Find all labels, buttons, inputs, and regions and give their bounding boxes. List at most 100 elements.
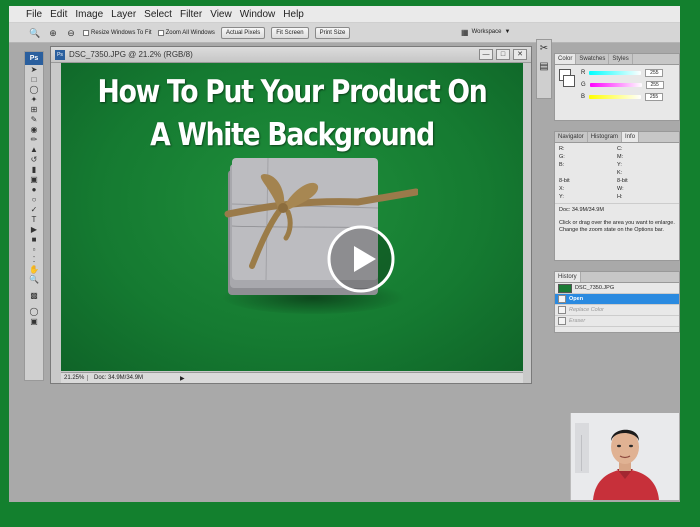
info-readout: R: C: G: M: B: Y: K: 8-bit 8-bit X: W: Y… <box>555 143 679 203</box>
path-selection-tool-icon[interactable]: ▶ <box>25 225 43 235</box>
color-panel: Color Swatches Styles R 255 G 255 B 255 <box>554 53 680 121</box>
hand-tool-icon[interactable]: ✋ <box>25 265 43 275</box>
move-tool-icon[interactable]: ➤ <box>25 65 43 75</box>
menu-help[interactable]: Help <box>283 9 304 20</box>
menu-filter[interactable]: Filter <box>180 9 202 20</box>
history-item-replace-color[interactable]: Replace Color <box>555 305 679 316</box>
workspace-menu[interactable]: ▦ Workspace ▼ <box>461 25 531 39</box>
info-panel: Navigator Histogram Info R: C: G: M: B: … <box>554 131 680 261</box>
menu-edit[interactable]: Edit <box>50 9 67 20</box>
notes-tool-icon[interactable]: ▫ <box>25 245 43 255</box>
presenter-webcam <box>570 413 679 500</box>
info-yy: Y: <box>559 194 564 200</box>
background-swatch[interactable] <box>563 75 575 87</box>
tab-histogram[interactable]: Histogram <box>588 132 623 142</box>
bottom-border <box>9 502 680 527</box>
minimize-icon[interactable]: — <box>479 49 493 60</box>
history-state-icon <box>558 295 566 303</box>
menu-image[interactable]: Image <box>75 9 103 20</box>
history-item-eraser[interactable]: Eraser <box>555 316 679 327</box>
blue-slider-row: B 255 <box>577 91 664 103</box>
healing-tool-icon[interactable]: ◉ <box>25 125 43 135</box>
type-tool-icon[interactable]: T <box>25 215 43 225</box>
maximize-icon[interactable]: □ <box>496 49 510 60</box>
tab-history[interactable]: History <box>555 272 581 282</box>
close-icon[interactable]: ✕ <box>513 49 527 60</box>
fit-screen-button[interactable]: Fit Screen <box>271 26 309 39</box>
history-state-icon <box>558 317 566 325</box>
history-brush-tool-icon[interactable]: ↺ <box>25 155 43 165</box>
tools-preset-icon[interactable]: ✂ <box>537 40 551 58</box>
marquee-tool-icon[interactable]: □ <box>25 75 43 85</box>
info-help-text: Click or drag over the area you want to … <box>559 220 675 233</box>
green-slider-row: G 255 <box>577 79 664 91</box>
resize-windows-label: Resize Windows To Fit <box>91 29 152 36</box>
info-bit-left: 8-bit <box>559 178 570 184</box>
zoom-tool-icon-box[interactable]: 🔍 <box>25 275 43 285</box>
g-label: G <box>581 82 586 88</box>
tab-swatches[interactable]: Swatches <box>576 54 610 64</box>
status-arrow-icon[interactable]: ▶ <box>180 375 185 382</box>
info-r: R: <box>559 146 565 152</box>
zoom-all-checkbox[interactable]: Zoom All Windows <box>157 29 215 36</box>
info-h: H: <box>617 194 623 200</box>
menu-window[interactable]: Window <box>240 9 276 20</box>
zoom-tool-icon[interactable]: 🔍 <box>29 27 41 39</box>
tab-navigator[interactable]: Navigator <box>555 132 588 142</box>
red-slider[interactable] <box>589 71 642 75</box>
tab-styles[interactable]: Styles <box>609 54 633 64</box>
gradient-tool-icon[interactable]: ▣ <box>25 175 43 185</box>
info-y: Y: <box>617 162 622 168</box>
history-snapshot[interactable]: DSC_7350.JPG <box>555 283 679 294</box>
layer-comps-icon[interactable]: ▤ <box>537 58 551 76</box>
history-panel: History DSC_7350.JPG Open Replace Color … <box>554 271 680 333</box>
blue-value[interactable]: 255 <box>645 93 664 101</box>
zoom-level[interactable]: 21.25% <box>64 375 88 381</box>
menu-select[interactable]: Select <box>144 9 172 20</box>
stamp-tool-icon[interactable]: ▲ <box>25 145 43 155</box>
blur-tool-icon[interactable]: ● <box>25 185 43 195</box>
screen-mode-icon[interactable]: ▣ <box>25 317 43 327</box>
pen-tool-icon[interactable]: ✓ <box>25 205 43 215</box>
zoom-out-icon[interactable]: ⊖ <box>65 27 77 39</box>
history-state-icon <box>558 306 566 314</box>
menu-view[interactable]: View <box>210 9 232 20</box>
red-slider-row: R 255 <box>577 67 664 79</box>
image-canvas[interactable]: How To Put Your Product On A White Backg… <box>61 63 523 371</box>
quick-mask-icon[interactable]: ◯ <box>25 307 43 317</box>
eyedropper2-tool-icon[interactable]: ⁚ <box>25 255 43 265</box>
green-value[interactable]: 255 <box>645 81 664 89</box>
red-value[interactable]: 255 <box>645 69 664 77</box>
blue-slider[interactable] <box>589 95 642 99</box>
document-title-bar[interactable]: Ps DSC_7350.JPG @ 21.2% (RGB/8) <box>51 47 531 63</box>
eraser-tool-icon[interactable]: ▮ <box>25 165 43 175</box>
crop-tool-icon[interactable]: ⊞ <box>25 105 43 115</box>
document-icon: Ps <box>55 49 65 60</box>
snapshot-label: DSC_7350.JPG <box>575 285 615 291</box>
color-swatches-icon[interactable]: ▩ <box>25 285 43 307</box>
dodge-tool-icon[interactable]: ○ <box>25 195 43 205</box>
menu-file[interactable]: File <box>26 9 42 20</box>
shape-tool-icon[interactable]: ■ <box>25 235 43 245</box>
tab-info[interactable]: Info <box>622 132 640 142</box>
color-panel-tabs: Color Swatches Styles <box>555 54 679 65</box>
r-label: R <box>581 70 586 76</box>
play-button-icon[interactable] <box>326 224 396 294</box>
history-panel-tabs: History <box>555 272 679 283</box>
ps-logo-icon: Ps <box>25 52 43 65</box>
document-status-bar: 21.25% Doc: 34.9M/34.9M ▶ <box>61 372 523 383</box>
info-k: K: <box>617 170 623 176</box>
menu-layer[interactable]: Layer <box>111 9 136 20</box>
green-slider[interactable] <box>589 83 642 87</box>
zoom-in-icon[interactable]: ⊕ <box>47 27 59 39</box>
zoom-all-label: Zoom All Windows <box>165 29 215 36</box>
lasso-tool-icon[interactable]: ◯ <box>25 85 43 95</box>
actual-pixels-button[interactable]: Actual Pixels <box>220 26 266 39</box>
magic-wand-tool-icon[interactable]: ✦ <box>25 95 43 105</box>
resize-windows-checkbox[interactable]: Resize Windows To Fit <box>83 29 152 36</box>
tab-color[interactable]: Color <box>555 54 577 64</box>
print-size-button[interactable]: Print Size <box>314 26 351 39</box>
brush-tool-icon[interactable]: ✏ <box>25 135 43 145</box>
history-item-open[interactable]: Open <box>555 294 679 305</box>
eyedropper-tool-icon[interactable]: ✎ <box>25 115 43 125</box>
